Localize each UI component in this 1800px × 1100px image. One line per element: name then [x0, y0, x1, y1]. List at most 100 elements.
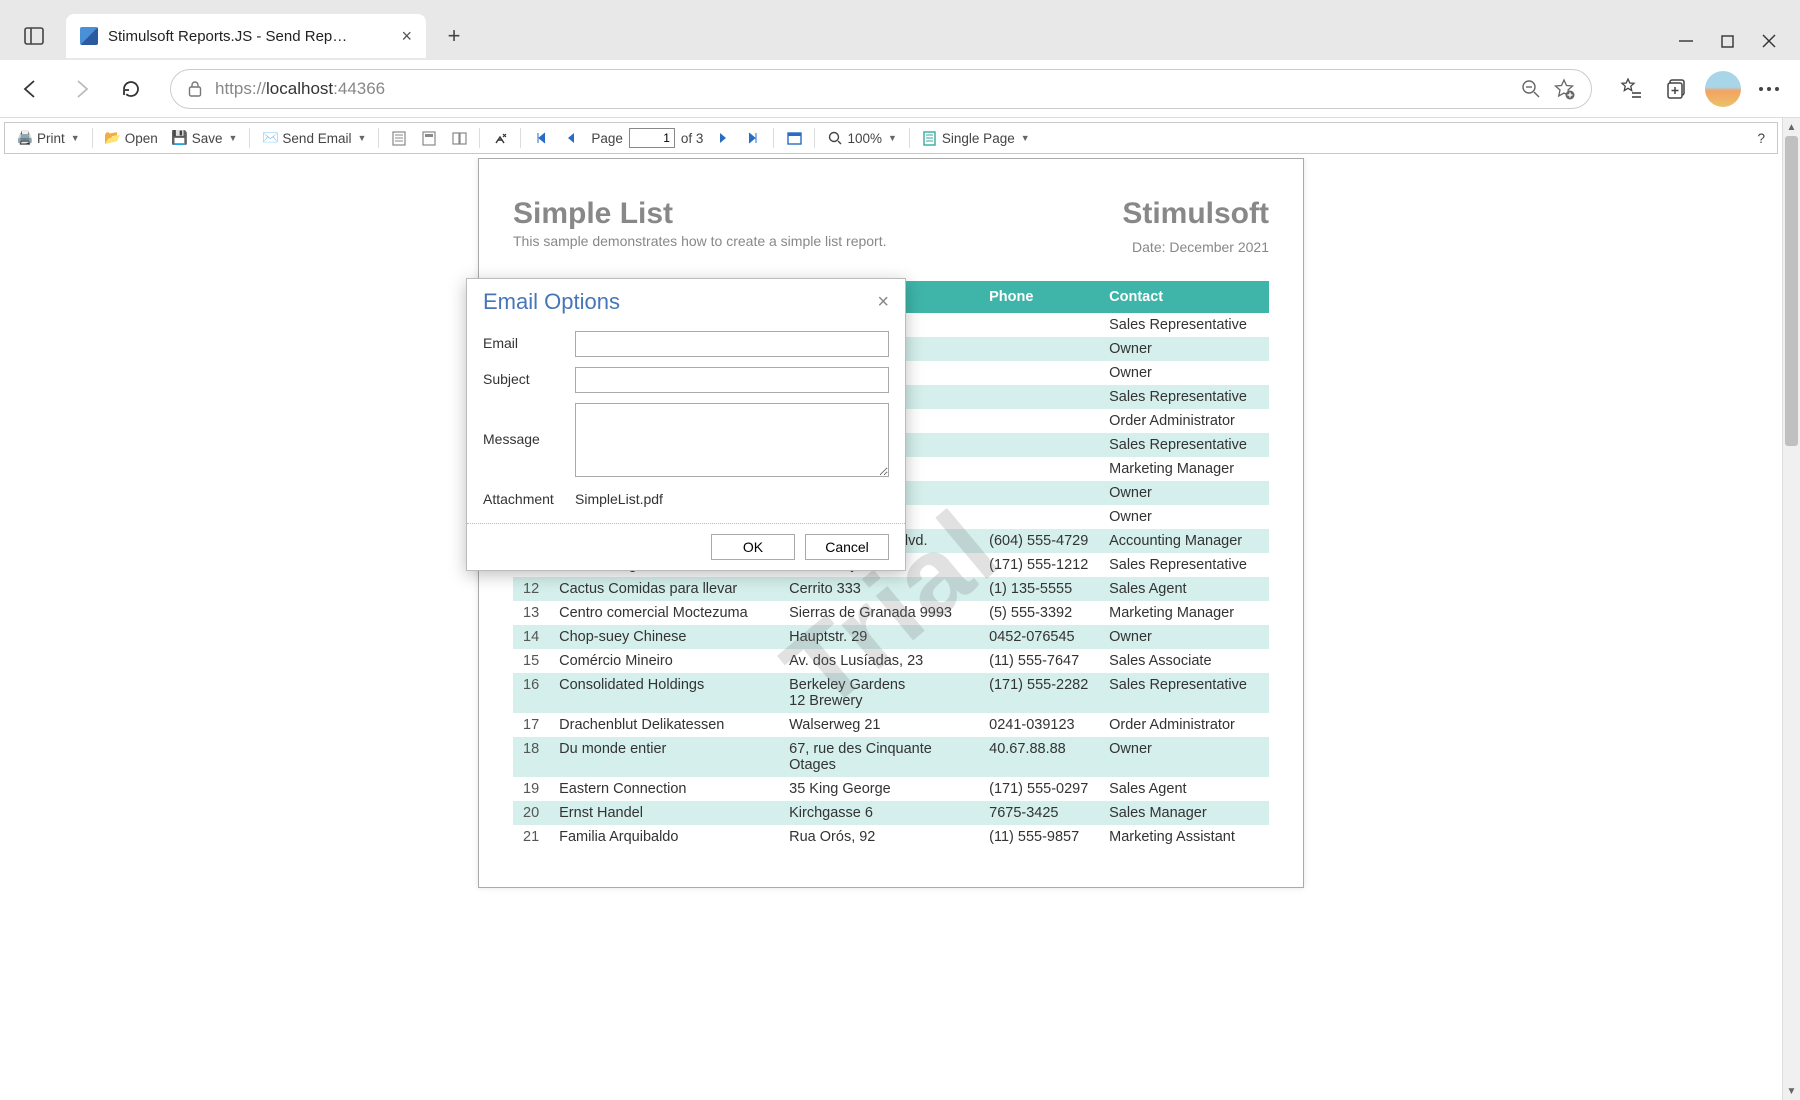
table-cell: (11) 555-9857	[979, 825, 1099, 849]
table-row: 16Consolidated HoldingsBerkeley Gardens …	[513, 673, 1269, 713]
profile-avatar[interactable]	[1702, 68, 1744, 110]
address-bar[interactable]: https://localhost:44366	[170, 69, 1592, 109]
table-cell: Owner	[1099, 361, 1269, 385]
table-cell: Consolidated Holdings	[549, 673, 779, 713]
collections-icon[interactable]	[1656, 68, 1698, 110]
next-page-icon	[715, 130, 731, 146]
report-toolbar: 🖨️Print▼ 📂Open 💾Save▼ ✉️Send Email▼ Page…	[4, 122, 1778, 154]
table-cell: 16	[513, 673, 549, 713]
window-minimize-icon[interactable]	[1679, 34, 1693, 48]
page-label: Page	[591, 131, 623, 146]
dialog-close-icon[interactable]: ×	[877, 291, 889, 314]
scroll-down-icon[interactable]: ▼	[1783, 1082, 1800, 1100]
table-cell: Accounting Manager	[1099, 529, 1269, 553]
new-tab-button[interactable]: +	[434, 16, 474, 56]
resources-icon	[451, 130, 467, 146]
table-row: 17Drachenblut DelikatessenWalserweg 2102…	[513, 713, 1269, 737]
last-page-button[interactable]	[739, 125, 767, 151]
table-cell: 7675-3425	[979, 801, 1099, 825]
browser-tab[interactable]: Stimulsoft Reports.JS - Send Rep… ×	[66, 14, 426, 58]
table-cell: Sales Associate	[1099, 649, 1269, 673]
table-cell: Sierras de Granada 9993	[779, 601, 979, 625]
favorites-list-icon[interactable]	[1610, 68, 1652, 110]
nav-refresh-button[interactable]	[110, 68, 152, 110]
save-icon: 💾	[172, 130, 188, 146]
table-cell: Owner	[1099, 481, 1269, 505]
more-menu-icon[interactable]	[1748, 68, 1790, 110]
table-cell: Familia Arquibaldo	[549, 825, 779, 849]
bookmarks-icon	[391, 130, 407, 146]
table-cell: Marketing Assistant	[1099, 825, 1269, 849]
table-cell: 35 King George	[779, 777, 979, 801]
send-email-button[interactable]: ✉️Send Email▼	[256, 125, 372, 151]
zoom-button[interactable]: 100%▼	[821, 125, 902, 151]
prev-page-button[interactable]	[557, 125, 585, 151]
email-icon: ✉️	[262, 130, 278, 146]
table-cell: 12	[513, 577, 549, 601]
table-cell: Comércio Mineiro	[549, 649, 779, 673]
find-button[interactable]	[486, 125, 514, 151]
table-cell: 67, rue des Cinquante Otages	[779, 737, 979, 777]
fullscreen-button[interactable]	[780, 125, 808, 151]
table-cell: Cactus Comidas para llevar	[549, 577, 779, 601]
table-cell: 40.67.88.88	[979, 737, 1099, 777]
next-page-button[interactable]	[709, 125, 737, 151]
scroll-up-icon[interactable]: ▲	[1783, 118, 1800, 136]
column-header: Phone	[979, 281, 1099, 313]
zoom-icon	[827, 130, 843, 146]
table-cell: (5) 555-3392	[979, 601, 1099, 625]
table-cell: 0452-076545	[979, 625, 1099, 649]
table-row: 19Eastern Connection35 King George(171) …	[513, 777, 1269, 801]
nav-back-button[interactable]	[10, 68, 52, 110]
window-close-icon[interactable]	[1762, 34, 1776, 48]
table-cell: Ernst Handel	[549, 801, 779, 825]
nav-forward-button[interactable]	[60, 68, 102, 110]
table-cell: 19	[513, 777, 549, 801]
table-cell: 18	[513, 737, 549, 777]
window-maximize-icon[interactable]	[1721, 35, 1734, 48]
view-mode-button[interactable]: Single Page▼	[916, 125, 1036, 151]
table-cell: Owner	[1099, 625, 1269, 649]
first-page-button[interactable]	[527, 125, 555, 151]
tab-close-icon[interactable]: ×	[401, 26, 412, 47]
help-button[interactable]: ?	[1751, 125, 1771, 151]
favorite-add-icon[interactable]	[1553, 78, 1575, 100]
table-cell: Marketing Manager	[1099, 457, 1269, 481]
email-input[interactable]	[575, 331, 889, 357]
open-button[interactable]: 📂Open	[99, 125, 164, 151]
table-cell: Rua Orós, 92	[779, 825, 979, 849]
print-icon: 🖨️	[17, 130, 33, 146]
table-cell: Walserweg 21	[779, 713, 979, 737]
save-button[interactable]: 💾Save▼	[166, 125, 244, 151]
report-subtitle: This sample demonstrates how to create a…	[513, 233, 887, 249]
subject-input[interactable]	[575, 367, 889, 393]
message-textarea[interactable]	[575, 403, 889, 477]
table-cell: Sales Representative	[1099, 313, 1269, 337]
table-cell: Av. dos Lusíadas, 23	[779, 649, 979, 673]
zoom-out-icon[interactable]	[1521, 79, 1541, 99]
table-cell	[979, 481, 1099, 505]
ok-button[interactable]: OK	[711, 534, 795, 560]
parameters-button[interactable]	[415, 125, 443, 151]
page-input[interactable]	[629, 128, 675, 148]
table-cell: 13	[513, 601, 549, 625]
table-cell	[979, 361, 1099, 385]
table-cell: (171) 555-1212	[979, 553, 1099, 577]
vertical-scrollbar[interactable]: ▲ ▼	[1782, 118, 1800, 1100]
browser-sidebar-toggle[interactable]	[10, 12, 58, 60]
resources-button[interactable]	[445, 125, 473, 151]
bookmarks-button[interactable]	[385, 125, 413, 151]
attachment-value: SimpleList.pdf	[575, 487, 663, 507]
table-cell: (1) 135-5555	[979, 577, 1099, 601]
scrollbar-thumb[interactable]	[1785, 136, 1798, 446]
table-cell: Eastern Connection	[549, 777, 779, 801]
cancel-button[interactable]: Cancel	[805, 534, 889, 560]
print-button[interactable]: 🖨️Print▼	[11, 125, 86, 151]
table-cell: Owner	[1099, 737, 1269, 777]
table-cell: Sales Manager	[1099, 801, 1269, 825]
table-row: 21Familia ArquibaldoRua Orós, 92(11) 555…	[513, 825, 1269, 849]
report-title: Simple List	[513, 197, 887, 231]
table-cell: Sales Representative	[1099, 553, 1269, 577]
column-header: Contact	[1099, 281, 1269, 313]
prev-page-icon	[563, 130, 579, 146]
